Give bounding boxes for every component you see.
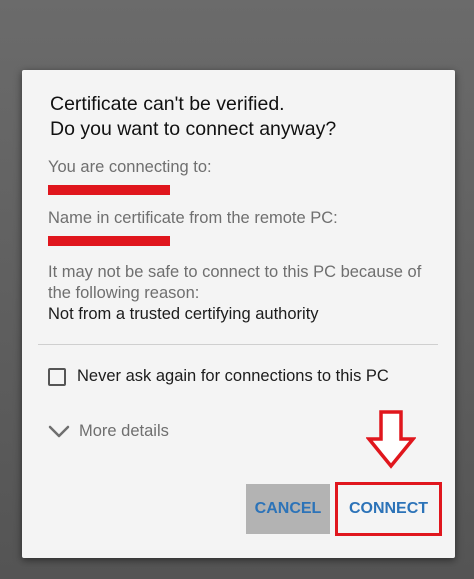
connecting-to-label: You are connecting to:: [48, 158, 212, 176]
arrow-down-outline-icon: [366, 410, 416, 469]
dialog-title-line1: Certificate can't be verified.: [50, 93, 285, 115]
chevron-down-icon: [48, 425, 70, 437]
connect-button[interactable]: CONNECT: [335, 482, 442, 536]
never-ask-again-option[interactable]: Never ask again for connections to this …: [48, 367, 389, 386]
dialog-title-line2: Do you want to connect anyway?: [50, 118, 337, 140]
certificate-name-label: Name in certificate from the remote PC:: [48, 209, 338, 227]
dialog-title: Certificate can't be verified. Do you wa…: [50, 92, 450, 142]
more-details-toggle[interactable]: More details: [48, 422, 169, 441]
more-details-label: More details: [79, 422, 169, 440]
redacted-certificate-name: [48, 236, 170, 246]
checkbox-unchecked-icon[interactable]: [48, 367, 66, 386]
warning-text: It may not be safe to connect to this PC…: [48, 263, 422, 302]
never-ask-again-label: Never ask again for connections to this …: [77, 367, 389, 385]
screen-background: Certificate can't be verified. Do you wa…: [0, 0, 474, 579]
reason-text: Not from a trusted certifying authority: [48, 305, 319, 323]
divider: [38, 344, 438, 345]
cancel-button[interactable]: CANCEL: [246, 484, 330, 534]
certificate-dialog: Certificate can't be verified. Do you wa…: [22, 70, 455, 558]
redacted-host-address: [48, 185, 170, 195]
